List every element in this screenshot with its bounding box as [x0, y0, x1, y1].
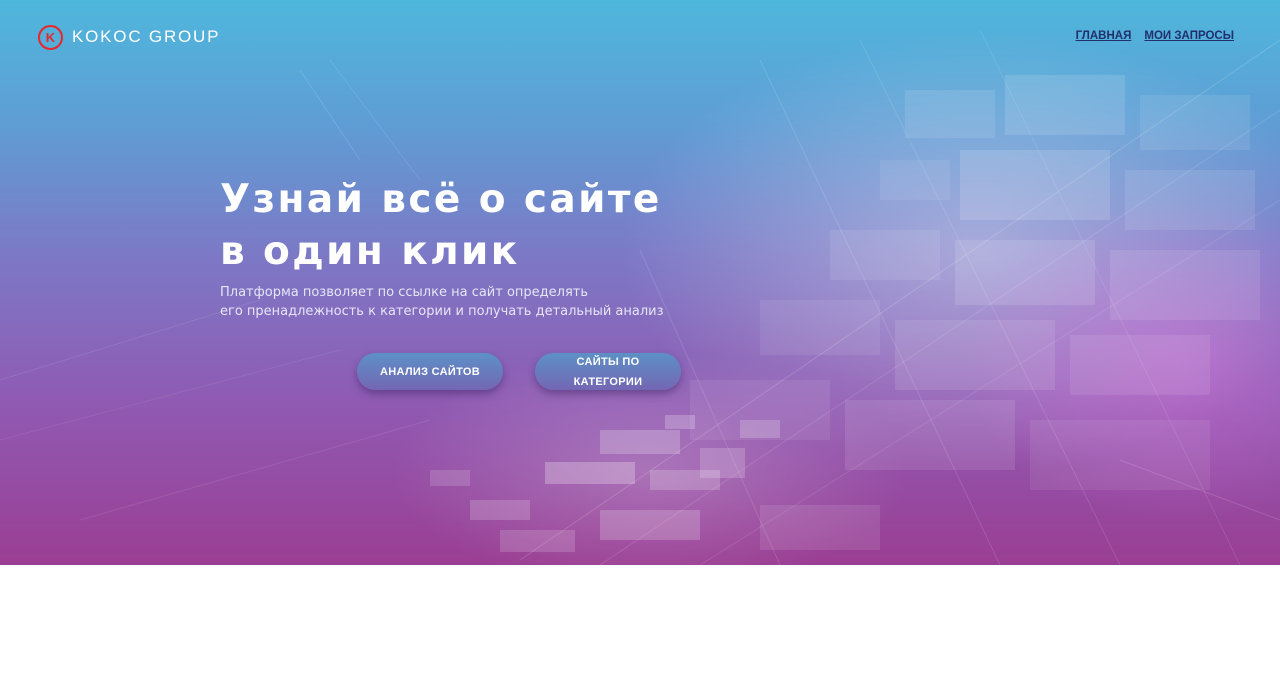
nav-link-my-requests[interactable]: МОИ ЗАПРОСЫ [1144, 30, 1234, 42]
nav-link-home[interactable]: ГЛАВНАЯ [1076, 30, 1132, 42]
brand-logo[interactable]: K KOKOC GROUP [38, 24, 220, 50]
hero-section: K KOKOC GROUP ГЛАВНАЯ МОИ ЗАПРОСЫ Узнай … [0, 0, 1280, 565]
top-nav: ГЛАВНАЯ МОИ ЗАПРОСЫ [1076, 30, 1234, 42]
hero-subtitle: Платформа позволяет по ссылке на сайт оп… [220, 285, 664, 319]
hero-headline: Узнай всё о сайте в один клик [220, 177, 662, 274]
brand-name: KOKOC GROUP [72, 27, 221, 46]
sites-by-category-button[interactable]: САЙТЫ ПО КАТЕГОРИИ [535, 353, 681, 390]
kokoc-logo-icon: K [38, 24, 63, 50]
site-analysis-button[interactable]: АНАЛИЗ САЙТОВ [357, 353, 503, 390]
